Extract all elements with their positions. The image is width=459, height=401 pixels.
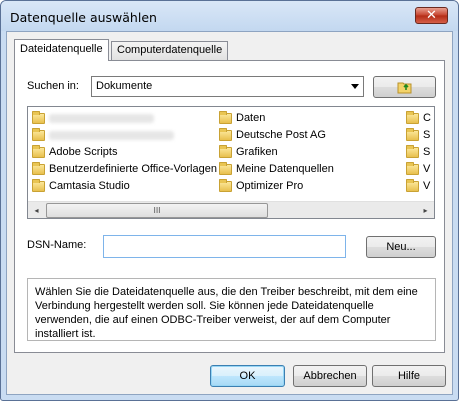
folder-icon (219, 128, 232, 141)
help-button[interactable]: Hilfe (372, 365, 446, 387)
description-text: Wählen Sie die Dateidatenquelle aus, die… (35, 286, 418, 340)
file-list-column-1: Adobe Scripts Benutzerdefinierte Office-… (30, 110, 217, 195)
item-label: Meine Datenquellen (236, 163, 334, 175)
search-in-label: Suchen in: (27, 80, 79, 92)
folder-icon (219, 179, 232, 192)
list-item[interactable]: Daten (217, 110, 334, 127)
cancel-button-label: Abbrechen (303, 370, 357, 382)
redacted-label (49, 113, 154, 123)
arrow-left-icon: ◂ (34, 206, 39, 215)
close-button[interactable]: ✕ (415, 7, 448, 24)
search-in-value: Dokumente (96, 80, 153, 92)
list-item[interactable]: Grafiken (217, 144, 334, 161)
chevron-down-icon (351, 84, 359, 89)
item-label: Grafiken (236, 146, 278, 158)
ok-button-label: OK (239, 370, 256, 382)
dsn-name-field[interactable] (103, 235, 346, 258)
up-folder-button[interactable] (373, 76, 436, 98)
folder-icon (406, 128, 419, 141)
list-item[interactable]: Adobe Scripts (30, 144, 217, 161)
item-label: V (423, 180, 431, 192)
folder-icon (32, 162, 45, 175)
tab-machine-datasource[interactable]: Computerdatenquelle (111, 41, 229, 60)
item-label: S (423, 146, 431, 158)
tab-file-datasource[interactable]: Dateidatenquelle (14, 39, 109, 61)
item-label: Optimizer Pro (236, 180, 304, 192)
list-item[interactable]: V (404, 178, 431, 195)
file-list-column-3: C S S V V (404, 110, 431, 195)
folder-icon (219, 111, 232, 124)
grip-icon: III (153, 206, 161, 215)
folder-up-icon (397, 82, 411, 94)
list-item[interactable] (30, 127, 217, 144)
tab-panel: Suchen in: Dokumente Adobe Scripts Benut… (14, 60, 445, 353)
arrow-right-icon: ▸ (423, 206, 428, 215)
item-label: Daten (236, 112, 266, 124)
dialog-window: Datenquelle auswählen ✕ Dateidatenquelle… (0, 0, 459, 401)
list-item[interactable]: C (404, 110, 431, 127)
dsn-name-label: DSN-Name: (27, 239, 87, 251)
description-box: Wählen Sie die Dateidatenquelle aus, die… (27, 278, 436, 341)
horizontal-scrollbar[interactable]: ◂ III ▸ (28, 201, 434, 218)
search-in-dropdown[interactable]: Dokumente (91, 76, 364, 97)
help-button-label: Hilfe (397, 370, 420, 382)
close-icon: ✕ (426, 8, 437, 23)
folder-icon (406, 111, 419, 124)
folder-icon (32, 145, 45, 158)
file-list[interactable]: Adobe Scripts Benutzerdefinierte Office-… (27, 106, 435, 219)
item-label: Benutzerdefinierte Office-Vorlagen (49, 163, 217, 175)
list-item[interactable]: V (404, 161, 431, 178)
item-label: Adobe Scripts (49, 146, 118, 158)
scrollbar-thumb[interactable]: III (46, 203, 268, 218)
list-item[interactable]: Meine Datenquellen (217, 161, 334, 178)
tab-label: Dateidatenquelle (20, 43, 103, 55)
file-list-column-2: Daten Deutsche Post AG Grafiken Meine Da… (217, 110, 334, 195)
folder-icon (32, 179, 45, 192)
folder-icon (219, 162, 232, 175)
list-item[interactable]: Deutsche Post AG (217, 127, 334, 144)
scroll-right-button[interactable]: ▸ (417, 202, 434, 218)
redacted-label (49, 130, 174, 140)
list-item[interactable] (30, 110, 217, 127)
folder-icon (406, 145, 419, 158)
item-label: C (423, 112, 431, 124)
item-label: S (423, 129, 431, 141)
folder-icon (406, 179, 419, 192)
cancel-button[interactable]: Abbrechen (293, 365, 367, 387)
window-title: Datenquelle auswählen (10, 10, 157, 25)
new-button-label: Neu... (386, 241, 416, 253)
dialog-client-area: Dateidatenquelle Computerdatenquelle Suc… (6, 31, 453, 395)
scroll-left-button[interactable]: ◂ (28, 202, 45, 218)
item-label: Camtasia Studio (49, 180, 130, 192)
list-item[interactable]: Camtasia Studio (30, 178, 217, 195)
folder-icon (219, 145, 232, 158)
item-label: Deutsche Post AG (236, 129, 326, 141)
ok-button[interactable]: OK (210, 365, 285, 387)
list-item[interactable]: Optimizer Pro (217, 178, 334, 195)
folder-icon (32, 111, 45, 124)
tab-label: Computerdatenquelle (117, 44, 223, 56)
item-label: V (423, 163, 431, 175)
new-button[interactable]: Neu... (366, 236, 436, 258)
title-bar[interactable]: Datenquelle auswählen ✕ (1, 1, 458, 31)
list-item[interactable]: S (404, 127, 431, 144)
folder-icon (32, 128, 45, 141)
list-item[interactable]: Benutzerdefinierte Office-Vorlagen (30, 161, 217, 178)
list-item[interactable]: S (404, 144, 431, 161)
folder-icon (406, 162, 419, 175)
